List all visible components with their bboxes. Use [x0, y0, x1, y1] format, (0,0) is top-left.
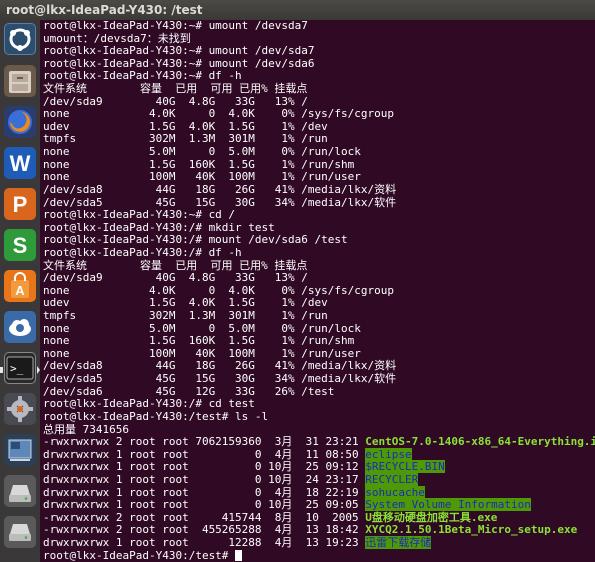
terminal-line-text: none 5.0M 0 5.0M 0% /run/lock: [43, 145, 361, 159]
hard-drive-shape: [9, 485, 31, 502]
terminal-line-text: none 1.5G 160K 1.5G 1% /run/shm: [43, 157, 355, 171]
dash-home-icon[interactable]: [4, 23, 36, 55]
wps-writer-letter: W: [10, 151, 31, 176]
unity-launcher: W P S A >_: [0, 20, 40, 562]
terminal-line-text: root@lkx-IdeaPad-Y430:~# df -h: [43, 69, 242, 83]
drive-icon[interactable]: [4, 516, 36, 548]
running-indicator: [0, 367, 3, 373]
terminal-line-text: none 100M 40K 100M 1% /run/user: [43, 346, 361, 360]
svg-text:W: W: [10, 151, 31, 176]
listing-row-meta: drwxrwxrwx 1 root root 0 10月 25 09:05: [43, 498, 366, 512]
terminal-line-text: none 4.0K 0 4.0K 0% /sys/fs/cgroup: [43, 283, 394, 297]
terminal-line-text: none 100M 40K 100M 1% /run/user: [43, 170, 361, 184]
wps-spreadsheets-letter: S: [13, 233, 28, 258]
cloud-shape: [9, 319, 31, 336]
wps-writer-icon[interactable]: W: [4, 147, 36, 179]
terminal-line-text: udev 1.5G 4.0K 1.5G 1% /dev: [43, 119, 328, 133]
terminal-line-text: root@lkx-IdeaPad-Y430:/# cd test: [43, 397, 255, 411]
terminal-line-text: root@lkx-IdeaPad-Y430:/# mkdir test: [43, 220, 275, 234]
prompt-text: root@lkx-IdeaPad-Y430:/test#: [43, 548, 236, 562]
terminal-line-text: root@lkx-IdeaPad-Y430:/# df -h: [43, 245, 242, 259]
terminal-prompt-glyph: >_: [6, 356, 34, 380]
ubuntu-one-icon[interactable]: [4, 311, 36, 343]
terminal-line-text: 文件系统 容量 已用 可用 已用% 挂载点: [43, 258, 308, 272]
terminal-line-text: tmpfs 302M 1.3M 301M 1% /run: [43, 309, 328, 323]
terminal-line-text: /dev/sda8 44G 18G 26G 41% /media/lkx/资料: [43, 182, 397, 196]
listing-row-meta: -rwxrwxrwx 2 root root 415744 8月 10 2005: [43, 510, 366, 524]
wps-presentation-icon[interactable]: P: [4, 188, 36, 220]
terminal-line-text: /dev/sda9 40G 4.8G 33G 13% /: [43, 94, 308, 108]
files-cabinet-shape: [9, 71, 31, 93]
listing-row-meta: -rwxrwxrwx 2 root root 455265288 4月 13 1…: [43, 523, 366, 537]
workspace-grid-shape: [8, 439, 32, 461]
wps-spreadsheets-icon[interactable]: S: [4, 229, 36, 261]
listing-row-filename: RECYCLER: [365, 472, 419, 486]
terminal-line-text: root@lkx-IdeaPad-Y430:~# cd /: [43, 208, 236, 222]
terminal-line-text: /dev/sda6 45G 12G 33G 26% /test: [43, 384, 335, 398]
listing-row-filename: System Volume Information: [365, 498, 531, 512]
listing-row-meta: drwxrwxrwx 1 root root 12288 4月 13 19:23: [43, 535, 366, 549]
terminal-output[interactable]: root@lkx-IdeaPad-Y430:~# umount /devsda7…: [43, 20, 595, 562]
firefox-icon[interactable]: [4, 106, 36, 138]
terminal-line-text: /dev/sda9 40G 4.8G 33G 13% /: [43, 271, 308, 285]
terminal-line-text: root@lkx-IdeaPad-Y430:/# mount /dev/sda6…: [43, 233, 348, 247]
terminal-line-text: root@lkx-IdeaPad-Y430:~# umount /devsda7: [43, 20, 308, 32]
gear-wrench-shape: [7, 396, 33, 422]
shopping-bag-shape: A: [11, 272, 29, 298]
hard-drive-shape: [9, 524, 31, 541]
workspace-switcher-icon[interactable]: [4, 434, 36, 466]
terminal-line-text: root@lkx-IdeaPad-Y430:~# umount /dev/sda…: [43, 56, 315, 70]
terminal-line-text: umount：/devsda7：未找到: [43, 31, 191, 45]
files-icon[interactable]: [4, 65, 36, 97]
prompt-line[interactable]: root@lkx-IdeaPad-Y430:/test#: [43, 548, 595, 562]
ubuntu-logo: [9, 28, 31, 51]
listing-row-filename: sohucache: [365, 485, 425, 499]
svg-text:S: S: [13, 233, 28, 258]
terminal-line-text: root@lkx-IdeaPad-Y430:/test# ls -l: [43, 409, 269, 423]
svg-text:>_: >_: [10, 362, 24, 375]
listing-row-filename: U盘移动硬盘加密工具.exe: [365, 510, 498, 524]
terminal-line-text: none 4.0K 0 4.0K 0% /sys/fs/cgroup: [43, 107, 394, 121]
terminal-line-text: /dev/sda8 44G 18G 26G 41% /media/lkx/资料: [43, 359, 397, 373]
listing-row-filename: XYCQ2.1.50.1Beta_Micro_setup.exe: [365, 523, 578, 537]
listing-row-filename: 迅雷下载存储: [365, 535, 432, 549]
software-center-icon[interactable]: A: [4, 270, 36, 302]
window-title: root@lkx-IdeaPad-Y430: /test: [0, 0, 595, 20]
listing-row-meta: -rwxrwxrwx 2 root root 7062159360 3月 31 …: [43, 435, 366, 449]
terminal-line-text: 文件系统 容量 已用 可用 已用% 挂载点: [43, 82, 308, 96]
active-window-indicator: [37, 366, 40, 374]
svg-text:P: P: [13, 192, 28, 217]
terminal-line-text: none 1.5G 160K 1.5G 1% /run/shm: [43, 334, 355, 348]
terminal-line-text: udev 1.5G 4.0K 1.5G 1% /dev: [43, 296, 328, 310]
wps-presentation-letter: P: [13, 192, 28, 217]
listing-row-filename: CentOS-7.0-1406-x86_64-Everything.iso: [365, 435, 595, 449]
terminal-line-text: root@lkx-IdeaPad-Y430:~# umount /dev/sda…: [43, 44, 315, 58]
system-settings-icon[interactable]: [4, 393, 36, 425]
drive-icon[interactable]: [4, 475, 36, 507]
terminal-icon[interactable]: >_: [4, 352, 36, 384]
text-cursor: [235, 549, 243, 561]
listing-row-filename: eclipse: [365, 447, 412, 461]
firefox-globe-shape: [8, 110, 32, 134]
terminal-line-text: /dev/sda5 45G 15G 30G 34% /media/lkx/软件: [43, 195, 397, 209]
terminal-line-text: tmpfs 302M 1.3M 301M 1% /run: [43, 132, 328, 146]
terminal-line-text: none 5.0M 0 5.0M 0% /run/lock: [43, 321, 361, 335]
terminal-line-text: /dev/sda5 45G 15G 30G 34% /media/lkx/软件: [43, 372, 397, 386]
listing-row-meta: drwxrwxrwx 1 root root 0 4月 18 22:19: [43, 485, 366, 499]
listing-row-meta: drwxrwxrwx 1 root root 0 4月 11 08:50: [43, 447, 366, 461]
listing-row-meta: drwxrwxrwx 1 root root 0 10月 25 09:12: [43, 460, 366, 474]
listing-row-filename: $RECYCLE.BIN: [365, 460, 445, 474]
listing-row-meta: drwxrwxrwx 1 root root 0 10月 24 23:17: [43, 472, 366, 486]
svg-text:A: A: [15, 283, 25, 298]
terminal-line-text: 总用量 7341656: [43, 422, 129, 436]
